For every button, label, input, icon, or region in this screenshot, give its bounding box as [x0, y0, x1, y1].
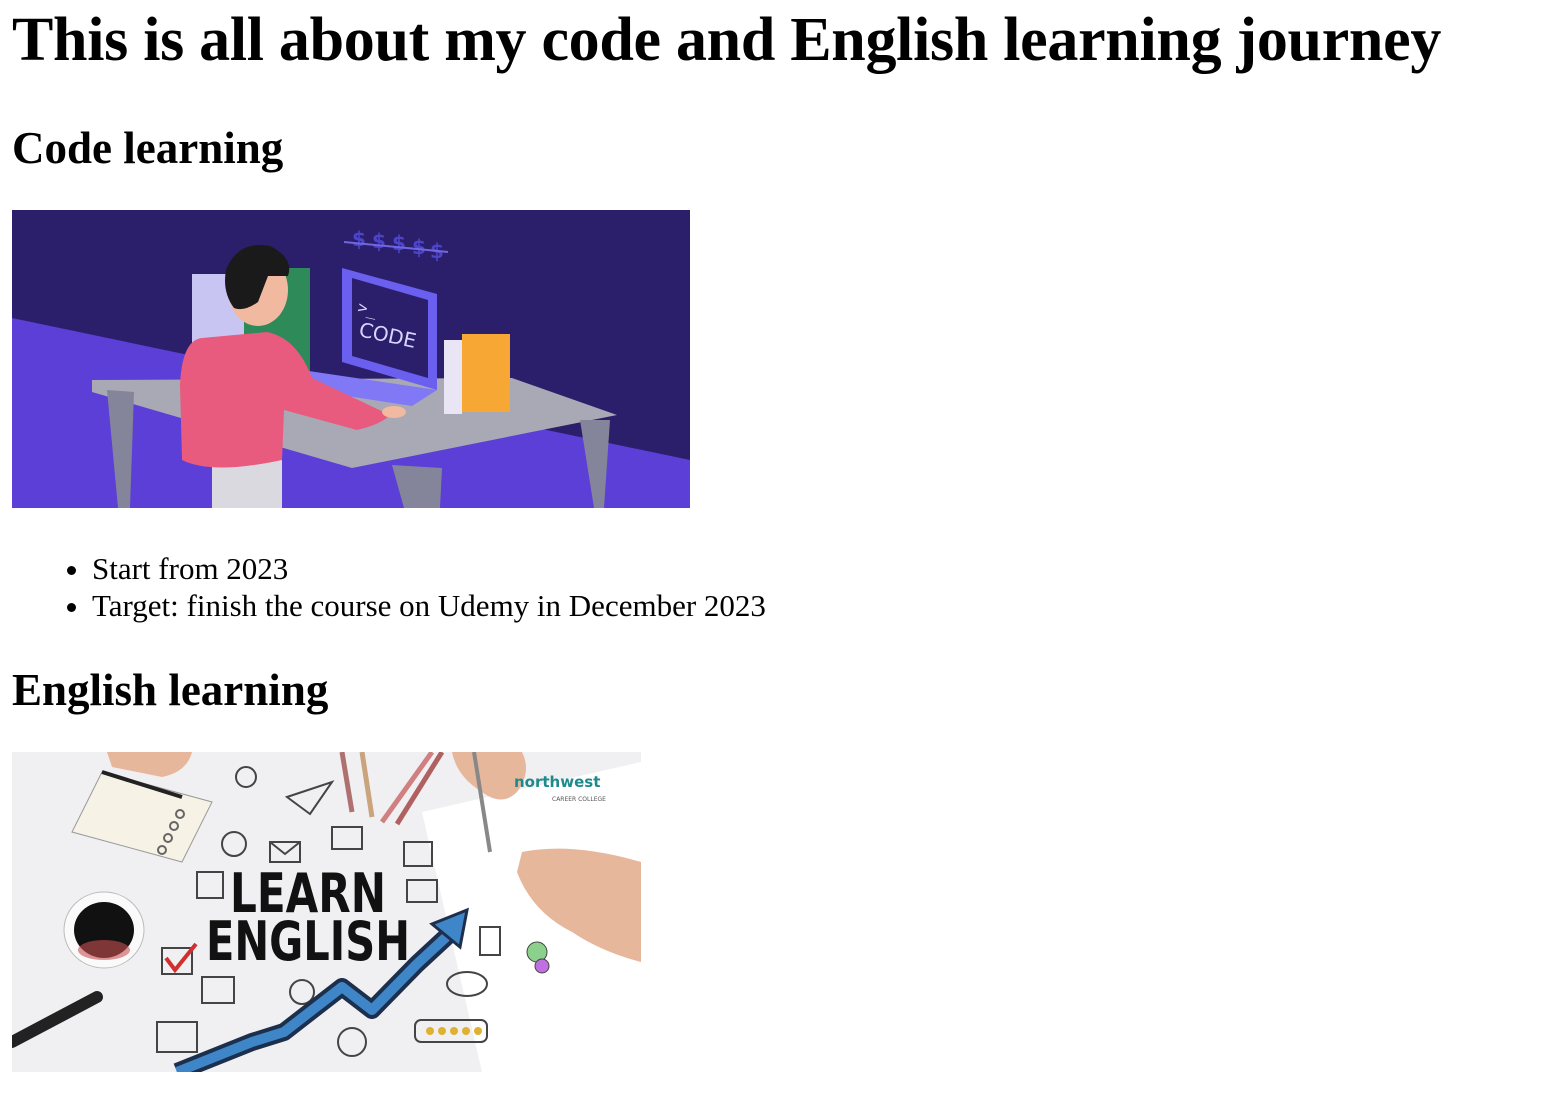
english-text: ENGLISH	[206, 910, 410, 973]
english-learning-image: northwest CAREER COLLEGE LEARN ENGLISH	[12, 752, 641, 1072]
code-learning-list: Start from 2023 Target: finish the cours…	[12, 550, 1536, 624]
list-item: Start from 2023	[92, 550, 1536, 587]
brand-subtext: CAREER COLLEGE	[552, 796, 606, 803]
brand-text: northwest	[514, 773, 600, 791]
english-learning-heading: English learning	[12, 665, 329, 715]
page-title: This is all about my code and English le…	[12, 6, 1442, 74]
code-learning-image: $ $ $ $ $ >_ CODE	[12, 210, 690, 508]
svg-text:$: $	[372, 229, 386, 253]
svg-text:$: $	[392, 231, 406, 255]
svg-text:$: $	[412, 235, 426, 259]
svg-text:$: $	[352, 227, 366, 251]
code-learning-heading: Code learning	[12, 123, 284, 173]
list-item: Target: finish the course on Udemy in De…	[92, 587, 1536, 624]
